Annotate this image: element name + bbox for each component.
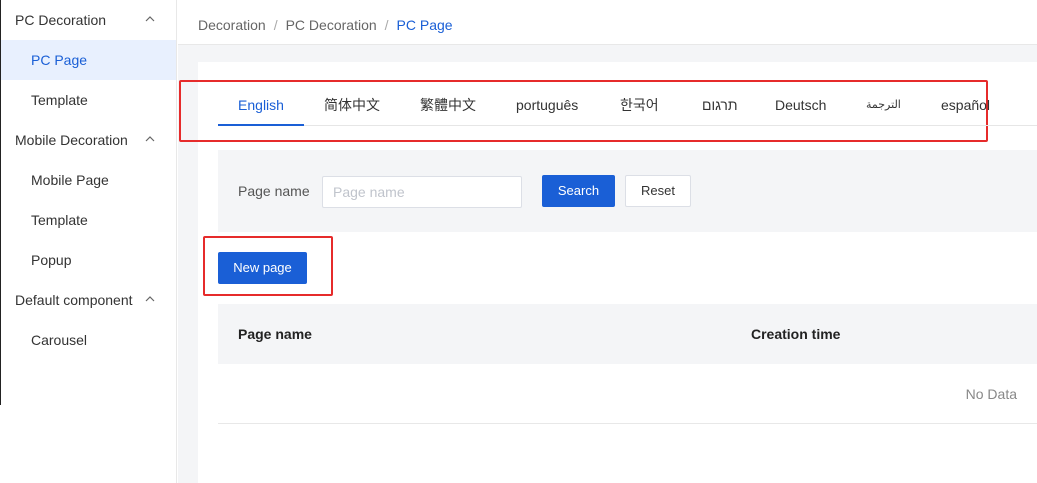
tab-spanish[interactable]: español bbox=[941, 90, 990, 126]
column-header-page-name: Page name bbox=[238, 326, 312, 342]
sidebar-group-label: PC Decoration bbox=[15, 12, 107, 28]
new-page-button[interactable]: New page bbox=[218, 252, 307, 284]
breadcrumb: Decoration / PC Decoration / PC Page bbox=[178, 0, 1037, 45]
breadcrumb-item[interactable]: Decoration bbox=[198, 17, 266, 33]
tab-simplified-chinese[interactable]: 简体中文 bbox=[324, 90, 380, 126]
sidebar-item-popup[interactable]: Popup bbox=[1, 240, 176, 280]
column-header-creation-time: Creation time bbox=[751, 326, 841, 342]
tab-german[interactable]: Deutsch bbox=[775, 90, 826, 126]
chevron-up-icon bbox=[145, 280, 157, 320]
breadcrumb-item[interactable]: PC Decoration bbox=[286, 17, 377, 33]
sidebar-group-pc-decoration[interactable]: PC Decoration bbox=[1, 0, 176, 40]
tab-traditional-chinese[interactable]: 繁體中文 bbox=[420, 90, 476, 126]
search-panel: Page name Search Reset bbox=[218, 150, 1037, 232]
sidebar: PC Decoration PC Page Template Mobile De… bbox=[1, 0, 177, 483]
page-name-input[interactable] bbox=[322, 176, 522, 208]
table-empty-row: No Data bbox=[218, 364, 1037, 424]
chevron-up-icon bbox=[145, 0, 157, 40]
sidebar-group-mobile-decoration[interactable]: Mobile Decoration bbox=[1, 120, 176, 160]
sidebar-item-mobile-template[interactable]: Template bbox=[1, 200, 176, 240]
tab-english[interactable]: English bbox=[218, 90, 304, 126]
tab-hebrew[interactable]: תרגום bbox=[702, 90, 738, 126]
empty-state-text: No Data bbox=[965, 386, 1017, 402]
content-card: English 简体中文 繁體中文 português 한국어 תרגום De… bbox=[179, 62, 1037, 483]
breadcrumb-separator: / bbox=[273, 17, 278, 33]
language-tabs: English 简体中文 繁體中文 português 한국어 תרגום De… bbox=[218, 90, 1037, 126]
table-header: Page name Creation time bbox=[218, 304, 1037, 364]
sidebar-item-carousel[interactable]: Carousel bbox=[1, 320, 176, 360]
chevron-up-icon bbox=[145, 120, 157, 160]
sidebar-group-label: Mobile Decoration bbox=[15, 132, 128, 148]
search-label: Page name bbox=[238, 183, 310, 199]
sidebar-item-mobile-page[interactable]: Mobile Page bbox=[1, 160, 176, 200]
sidebar-group-label: Default component bbox=[15, 292, 133, 308]
reset-button[interactable]: Reset bbox=[625, 175, 691, 207]
tab-korean[interactable]: 한국어 bbox=[620, 90, 659, 126]
main-area: Decoration / PC Decoration / PC Page English… bbox=[178, 0, 1037, 483]
tab-arabic[interactable]: الترجمة bbox=[866, 90, 901, 126]
breadcrumb-separator: / bbox=[384, 17, 389, 33]
tab-portuguese[interactable]: português bbox=[516, 90, 578, 126]
sidebar-item-pc-page[interactable]: PC Page bbox=[1, 40, 176, 80]
search-button[interactable]: Search bbox=[542, 175, 615, 207]
sidebar-group-default-component[interactable]: Default component bbox=[1, 280, 176, 320]
breadcrumb-current: PC Page bbox=[396, 17, 453, 33]
sidebar-item-pc-template[interactable]: Template bbox=[1, 80, 176, 120]
